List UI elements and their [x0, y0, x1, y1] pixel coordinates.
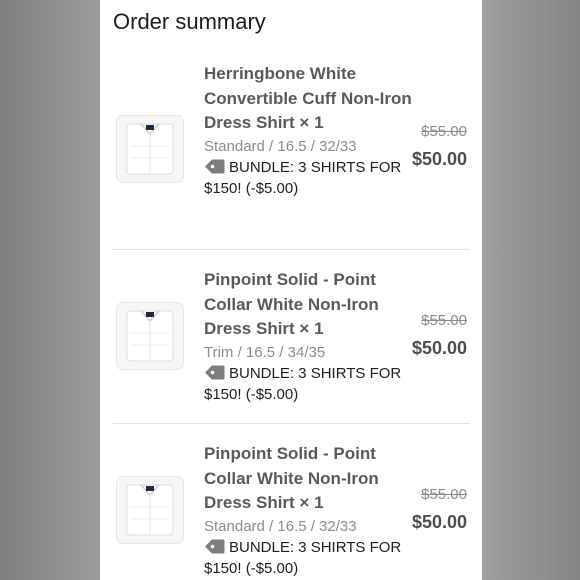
product-image[interactable]	[116, 302, 184, 370]
line-item: Pinpoint Solid - Point Collar White Non-…	[113, 424, 470, 580]
shirt-icon	[126, 310, 174, 362]
order-summary-panel: Order summary Herringbone White Converti…	[100, 0, 482, 580]
tag-icon	[205, 539, 225, 553]
discount-label: BUNDLE: 3 SHIRTS FOR $150! (-$5.00)	[204, 158, 402, 197]
item-info: Pinpoint Solid - Point Collar White Non-…	[204, 268, 414, 405]
original-price: $55.00	[421, 312, 467, 329]
tag-icon	[205, 159, 225, 173]
item-variant: Standard / 16.5 / 32/33	[204, 137, 357, 155]
order-summary-title: Order summary	[113, 9, 266, 34]
original-price: $55.00	[421, 123, 467, 140]
item-discount: BUNDLE: 3 SHIRTS FOR $150! (-$5.00)	[204, 363, 414, 405]
tag-icon	[205, 365, 225, 379]
item-prices: $55.00 $50.00	[412, 311, 467, 361]
item-info: Herringbone White Convertible Cuff Non-I…	[204, 62, 414, 199]
original-price: $55.00	[421, 486, 467, 503]
shirt-icon	[126, 123, 174, 175]
product-image[interactable]	[116, 115, 184, 183]
item-discount: BUNDLE: 3 SHIRTS FOR $150! (-$5.00)	[204, 537, 414, 579]
item-info: Pinpoint Solid - Point Collar White Non-…	[204, 442, 414, 579]
item-variant: Trim / 16.5 / 34/35	[204, 343, 326, 361]
backdrop-left	[0, 0, 100, 580]
line-item: Herringbone White Convertible Cuff Non-I…	[113, 62, 470, 236]
discount-label: BUNDLE: 3 SHIRTS FOR $150! (-$5.00)	[204, 538, 402, 577]
sale-price: $50.00	[411, 149, 467, 169]
item-title: Herringbone White Convertible Cuff Non-I…	[204, 64, 412, 132]
discount-label: BUNDLE: 3 SHIRTS FOR $150! (-$5.00)	[204, 364, 402, 403]
item-variant: Standard / 16.5 / 32/33	[204, 517, 357, 535]
backdrop-right	[482, 0, 580, 580]
product-image[interactable]	[116, 476, 184, 544]
sale-price: $50.00	[411, 338, 467, 358]
shirt-icon	[126, 484, 174, 536]
item-discount: BUNDLE: 3 SHIRTS FOR $150! (-$5.00)	[204, 157, 414, 199]
sale-price: $50.00	[411, 512, 467, 532]
line-item: Pinpoint Solid - Point Collar White Non-…	[113, 250, 470, 424]
item-title: Pinpoint Solid - Point Collar White Non-…	[204, 270, 379, 338]
item-prices: $55.00 $50.00	[412, 485, 467, 535]
item-title: Pinpoint Solid - Point Collar White Non-…	[204, 444, 379, 512]
item-prices: $55.00 $50.00	[412, 122, 467, 172]
